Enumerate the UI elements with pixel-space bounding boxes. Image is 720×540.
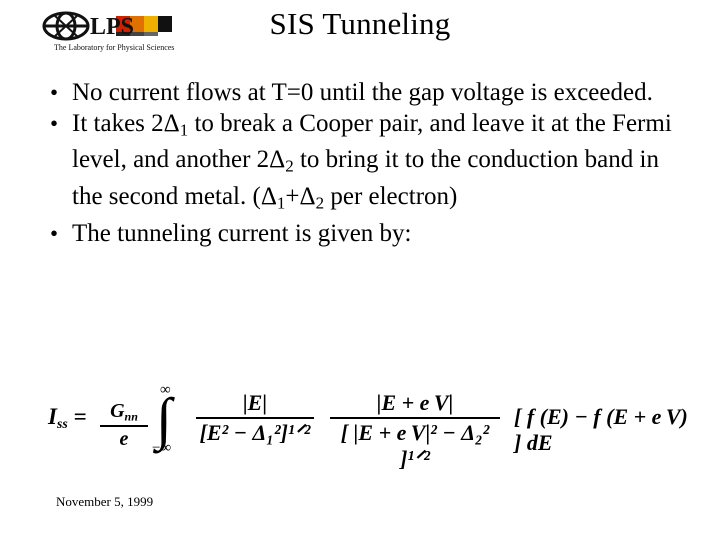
list-item: • The tunneling current is given by: [40, 219, 680, 250]
dos2-denominator: [ |E + e V|² − Δ₂² ]¹ᐟ² [340, 420, 490, 471]
list-item: • It takes 2Δ1 to break a Cooper pair, a… [40, 109, 680, 219]
prefactor-numerator: Gnn [110, 400, 138, 424]
integral-lower-limit: −∞ [152, 440, 172, 456]
page-title: SIS Tunneling [269, 6, 451, 41]
bullet-marker: • [50, 220, 59, 246]
equation-dos1-fraction: |E| [E² − Δ₁²]¹ᐟ² [196, 390, 314, 446]
dos1-denominator: [E² − Δ₁²]¹ᐟ² [199, 420, 311, 445]
logo-tagline: The Laboratory for Physical Sciences [54, 43, 174, 52]
fraction-bar [330, 417, 500, 419]
footer-date: November 5, 1999 [56, 494, 154, 509]
equation-dos2-fraction: |E + e V| [ |E + e V|² − Δ₂² ]¹ᐟ² [330, 390, 500, 472]
equation-lhs: Iss = [48, 404, 87, 431]
list-item-text: No current flows at T=0 until the gap vo… [72, 79, 653, 106]
bullet-marker: • [50, 110, 59, 136]
tunneling-current-equation: Iss = Gnn e ∞ ∫ −∞ |E| [E² − Δ₁²]¹ᐟ² |E … [48, 382, 688, 471]
prefactor-denominator: e [119, 428, 129, 451]
list-item-text: It takes 2Δ1 to break a Cooper pair, and… [72, 109, 672, 213]
equation-prefactor-fraction: Gnn e [100, 400, 148, 451]
list-item: • No current flows at T=0 until the gap … [40, 78, 680, 109]
dos2-numerator: |E + e V| [376, 390, 454, 415]
list-item-text: The tunneling current is given by: [72, 219, 412, 247]
bullet-list: • No current flows at T=0 until the gap … [40, 78, 680, 249]
fraction-bar [100, 425, 148, 428]
bullet-marker: • [50, 80, 59, 105]
fermi-factor-term: [ f (E) − f (E + e V) ] dE [514, 404, 688, 455]
fraction-bar [196, 417, 314, 419]
dos1-numerator: |E| [242, 390, 268, 415]
